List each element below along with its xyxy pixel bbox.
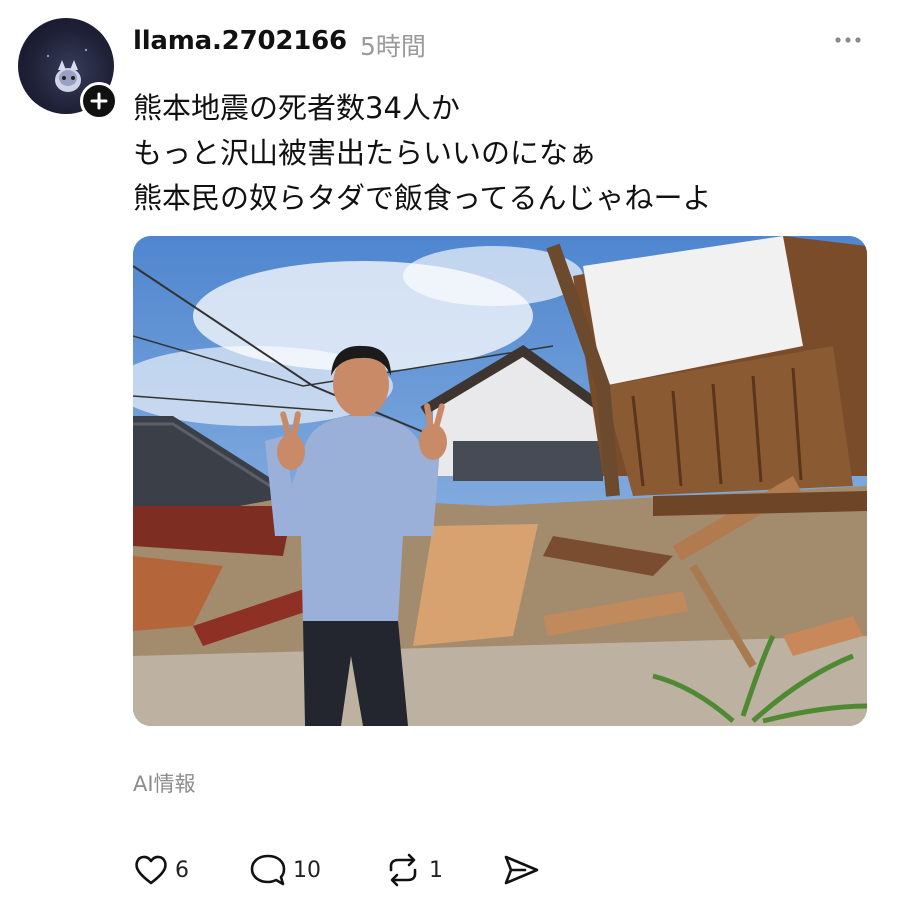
- reply-count: 10: [293, 857, 321, 883]
- username[interactable]: llama.2702166: [133, 26, 347, 56]
- reply-button[interactable]: 10: [249, 848, 321, 892]
- repost-icon: [389, 853, 417, 887]
- post-line: もっと沢山被害出たらいいのになぁ: [133, 136, 598, 170]
- like-button[interactable]: 6: [133, 848, 189, 892]
- send-icon: [504, 855, 539, 885]
- speech-bubble-icon: [250, 854, 286, 886]
- repost-button[interactable]: 1: [383, 848, 443, 892]
- post-image[interactable]: [133, 236, 867, 726]
- follow-button[interactable]: [80, 82, 118, 120]
- ai-info-label[interactable]: AI情報: [133, 768, 196, 798]
- more-button[interactable]: [828, 28, 868, 52]
- post-line: 熊本地震の死者数34人か: [133, 91, 460, 125]
- repost-count: 1: [429, 857, 443, 883]
- post-time: 5時間: [360, 32, 426, 61]
- post-text: 熊本地震の死者数34人か もっと沢山被害出たらいいのになぁ 熊本民の奴らタダで飯…: [133, 86, 712, 221]
- share-button[interactable]: [501, 848, 541, 892]
- plus-icon: [90, 92, 108, 110]
- like-count: 6: [175, 857, 189, 883]
- heart-icon: [135, 855, 167, 885]
- post-line: 熊本民の奴らタダで飯食ってるんじゃねーよ: [133, 181, 712, 215]
- more-horizontal-icon: [835, 37, 861, 43]
